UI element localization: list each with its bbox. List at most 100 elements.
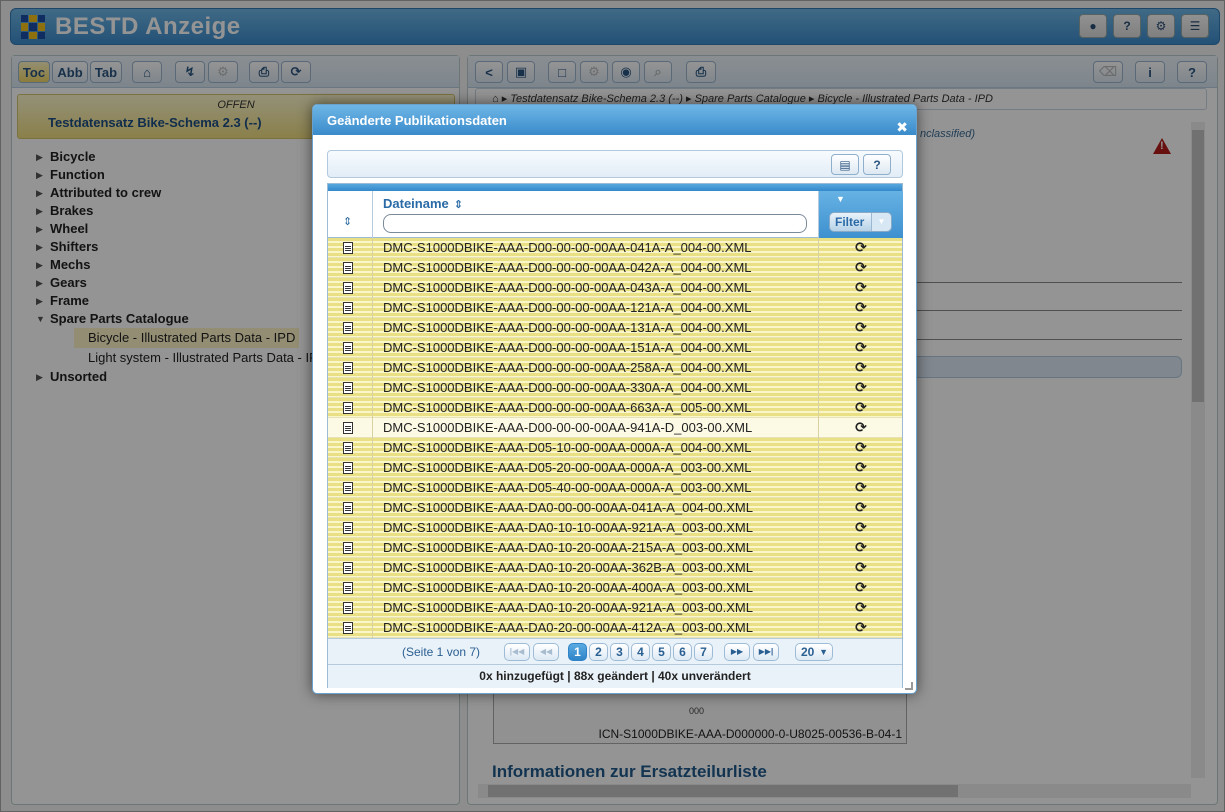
document-icon: [343, 542, 353, 554]
table-row[interactable]: DMC-S1000DBIKE-AAA-D00-00-00-00AA-043A-A…: [328, 278, 902, 298]
row-icon-cell: [328, 458, 373, 478]
icon-column-header[interactable]: ⇕: [328, 191, 373, 238]
row-icon-cell: [328, 238, 373, 258]
change-summary: 0x hinzugefügt | 88x geändert | 40x unve…: [328, 664, 902, 688]
first-page-button[interactable]: |◀◀: [504, 643, 530, 661]
page-button-4[interactable]: 4: [631, 643, 650, 661]
row-icon-cell: [328, 418, 373, 438]
row-icon-cell: [328, 378, 373, 398]
export-excel-button[interactable]: ▤: [831, 154, 859, 175]
document-icon: [343, 502, 353, 514]
changed-status-icon: ⟳: [855, 399, 867, 415]
excel-icon: ▤: [839, 157, 851, 172]
row-icon-cell: [328, 338, 373, 358]
filename-cell: DMC-S1000DBIKE-AAA-D00-00-00-00AA-042A-A…: [373, 258, 819, 278]
row-icon-cell: [328, 478, 373, 498]
row-icon-cell: [328, 258, 373, 278]
prev-page-button[interactable]: ◀◀: [533, 643, 559, 661]
filename-cell: DMC-S1000DBIKE-AAA-DA0-10-20-00AA-215A-A…: [373, 538, 819, 558]
filename-cell: DMC-S1000DBIKE-AAA-D05-40-00-00AA-000A-A…: [373, 478, 819, 498]
row-icon-cell: [328, 318, 373, 338]
filename-cell: DMC-S1000DBIKE-AAA-D00-00-00-00AA-131A-A…: [373, 318, 819, 338]
filename-cell: DMC-S1000DBIKE-AAA-D00-00-00-00AA-258A-A…: [373, 358, 819, 378]
filename-cell: DMC-S1000DBIKE-AAA-D00-00-00-00AA-043A-A…: [373, 278, 819, 298]
table-row[interactable]: DMC-S1000DBIKE-AAA-DA0-10-20-00AA-921A-A…: [328, 598, 902, 618]
row-icon-cell: [328, 438, 373, 458]
table-row[interactable]: DMC-S1000DBIKE-AAA-D00-00-00-00AA-151A-A…: [328, 338, 902, 358]
document-icon: [343, 442, 353, 454]
table-row[interactable]: DMC-S1000DBIKE-AAA-DA0-10-20-00AA-362B-A…: [328, 558, 902, 578]
table-row[interactable]: DMC-S1000DBIKE-AAA-DA0-10-10-00AA-921A-A…: [328, 518, 902, 538]
filename-cell: DMC-S1000DBIKE-AAA-DA0-10-20-00AA-921A-A…: [373, 598, 819, 618]
page-info: (Seite 1 von 7): [402, 645, 481, 659]
document-icon: [343, 242, 353, 254]
changed-status-icon: ⟳: [855, 519, 867, 535]
document-icon: [343, 382, 353, 394]
table-row[interactable]: DMC-S1000DBIKE-AAA-DA0-00-00-00AA-041A-A…: [328, 498, 902, 518]
grid-top-bar: [328, 184, 902, 191]
column-title[interactable]: Dateiname ⇕: [383, 196, 463, 211]
changed-status-icon: ⟳: [855, 339, 867, 355]
document-icon: [343, 462, 353, 474]
table-row[interactable]: DMC-S1000DBIKE-AAA-D00-00-00-00AA-131A-A…: [328, 318, 902, 338]
document-icon: [343, 282, 353, 294]
document-icon: [343, 582, 353, 594]
page-button-3[interactable]: 3: [610, 643, 629, 661]
document-icon: [343, 322, 353, 334]
table-row[interactable]: DMC-S1000DBIKE-AAA-D00-00-00-00AA-258A-A…: [328, 358, 902, 378]
resize-handle[interactable]: [905, 682, 913, 690]
document-icon: [343, 422, 353, 434]
table-row[interactable]: DMC-S1000DBIKE-AAA-D00-00-00-00AA-663A-A…: [328, 398, 902, 418]
page-button-2[interactable]: 2: [589, 643, 608, 661]
filename-cell: DMC-S1000DBIKE-AAA-D00-00-00-00AA-121A-A…: [373, 298, 819, 318]
row-icon-cell: [328, 598, 373, 618]
page-button-5[interactable]: 5: [652, 643, 671, 661]
help-button[interactable]: ?: [863, 154, 891, 175]
filter-button[interactable]: Filter ▼: [829, 212, 892, 232]
dialog-toolbar: ▤ ?: [327, 150, 903, 178]
table-row[interactable]: DMC-S1000DBIKE-AAA-D00-00-00-00AA-941A-D…: [328, 418, 902, 438]
caret-down-icon[interactable]: ▼: [836, 194, 845, 204]
close-icon[interactable]: ✖: [896, 111, 908, 143]
document-icon: [343, 562, 353, 574]
table-row[interactable]: DMC-S1000DBIKE-AAA-D00-00-00-00AA-121A-A…: [328, 298, 902, 318]
changed-status-icon: ⟳: [855, 479, 867, 495]
document-icon: [343, 622, 353, 634]
table-row[interactable]: DMC-S1000DBIKE-AAA-D00-00-00-00AA-330A-A…: [328, 378, 902, 398]
table-row[interactable]: DMC-S1000DBIKE-AAA-DA0-20-00-00AA-412A-A…: [328, 618, 902, 638]
filename-filter-input[interactable]: [383, 214, 807, 233]
changed-status-icon: ⟳: [855, 539, 867, 555]
filename-cell: DMC-S1000DBIKE-AAA-D00-00-00-00AA-330A-A…: [373, 378, 819, 398]
filename-cell: DMC-S1000DBIKE-AAA-DA0-00-00-00AA-041A-A…: [373, 498, 819, 518]
last-page-button[interactable]: ▶▶|: [753, 643, 779, 661]
page-button-6[interactable]: 6: [673, 643, 692, 661]
filename-cell: DMC-S1000DBIKE-AAA-DA0-20-00-00AA-412A-A…: [373, 618, 819, 638]
filename-cell: DMC-S1000DBIKE-AAA-D00-00-00-00AA-151A-A…: [373, 338, 819, 358]
filename-cell: DMC-S1000DBIKE-AAA-D00-00-00-00AA-663A-A…: [373, 398, 819, 418]
filename-cell: DMC-S1000DBIKE-AAA-DA0-10-20-00AA-400A-A…: [373, 578, 819, 598]
table-row[interactable]: DMC-S1000DBIKE-AAA-D05-40-00-00AA-000A-A…: [328, 478, 902, 498]
dialog-title: Geänderte Publikationsdaten: [327, 113, 507, 128]
changed-status-icon: ⟳: [855, 319, 867, 335]
table-row[interactable]: DMC-S1000DBIKE-AAA-DA0-10-20-00AA-215A-A…: [328, 538, 902, 558]
next-page-button[interactable]: ▶▶: [724, 643, 750, 661]
chevron-down-icon: ▼: [819, 647, 828, 657]
changed-status-icon: ⟳: [855, 299, 867, 315]
publication-grid: ⇕ Dateiname ⇕ ▼ Filter ▼ DMC-S1000DBIKE-AA…: [327, 183, 903, 688]
table-row[interactable]: DMC-S1000DBIKE-AAA-D00-00-00-00AA-041A-A…: [328, 238, 902, 258]
table-row[interactable]: DMC-S1000DBIKE-AAA-D00-00-00-00AA-042A-A…: [328, 258, 902, 278]
document-icon: [343, 402, 353, 414]
sort-icon: ⇕: [343, 216, 353, 228]
table-row[interactable]: DMC-S1000DBIKE-AAA-DA0-10-20-00AA-400A-A…: [328, 578, 902, 598]
page-size-select[interactable]: 20 ▼: [795, 643, 833, 661]
filename-cell: DMC-S1000DBIKE-AAA-D00-00-00-00AA-941A-D…: [373, 418, 819, 438]
filename-cell: DMC-S1000DBIKE-AAA-D05-10-00-00AA-000A-A…: [373, 438, 819, 458]
table-row[interactable]: DMC-S1000DBIKE-AAA-D05-20-00-00AA-000A-A…: [328, 458, 902, 478]
chevron-down-icon: ▼: [871, 213, 891, 231]
changed-status-icon: ⟳: [855, 619, 867, 635]
page-button-7[interactable]: 7: [694, 643, 713, 661]
table-row[interactable]: DMC-S1000DBIKE-AAA-D05-10-00-00AA-000A-A…: [328, 438, 902, 458]
page-button-1[interactable]: 1: [568, 643, 587, 661]
question-icon: ?: [873, 157, 881, 172]
filename-column-header: Dateiname ⇕: [373, 191, 819, 238]
